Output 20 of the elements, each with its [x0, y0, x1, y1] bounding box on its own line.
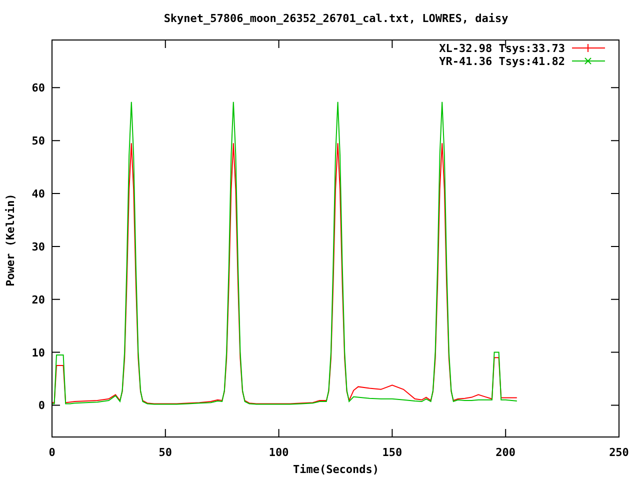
tick-label: 250 — [609, 446, 629, 459]
tick-label: 40 — [32, 188, 45, 200]
tick-label: 0 — [38, 399, 45, 412]
y-axis-label: Power (Kelvin) — [4, 194, 17, 286]
tick-label: 100 — [268, 446, 289, 459]
legend-label: YR-41.36 Tsys:41.82 — [439, 55, 565, 68]
tick-label: 30 — [32, 240, 45, 254]
tick-label: 10 — [32, 346, 45, 360]
x-axis-label: Time(Seconds) — [292, 463, 380, 476]
legend-line-sample — [572, 58, 606, 64]
legend-line-sample — [572, 44, 606, 52]
chart-title: Skynet_57806_moon_26352_26701_cal.txt, LOWRES, daisy — [164, 12, 508, 25]
tick-label: 50 — [32, 134, 45, 148]
tick-label: 0 — [48, 446, 56, 459]
tick-label: 150 — [382, 446, 402, 459]
tick-label: 20 — [32, 293, 45, 306]
tick-label: 50 — [158, 446, 172, 459]
tick-label: 60 — [32, 82, 45, 95]
legend-label: XL-32.98 Tsys:33.73 — [439, 42, 565, 55]
tick-label: 200 — [496, 446, 516, 459]
